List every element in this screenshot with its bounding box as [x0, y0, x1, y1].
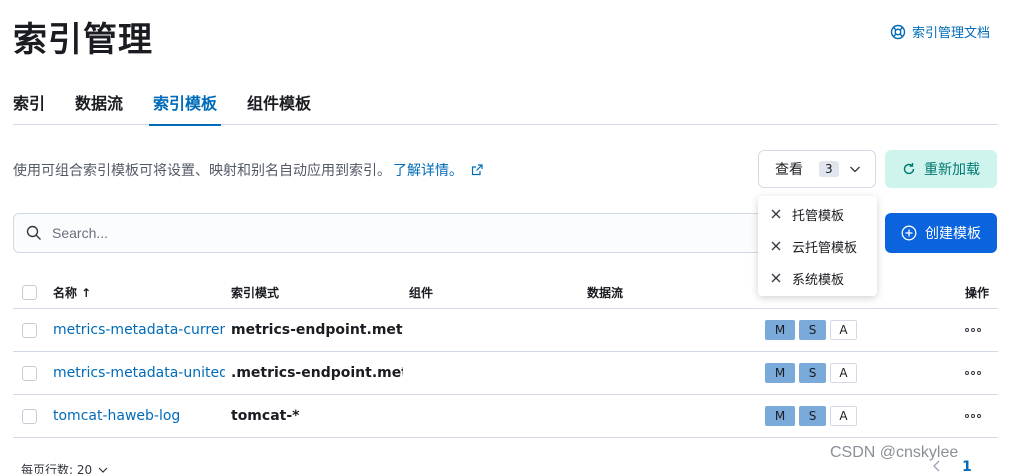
reload-label: 重新加载: [924, 162, 980, 178]
create-template-label: 创建模板: [925, 226, 981, 242]
tab-indices[interactable]: 索引: [13, 82, 45, 125]
filter-option-managed[interactable]: 托管模板: [758, 198, 877, 230]
aliases-badge: A: [830, 406, 857, 426]
aliases-badge: A: [830, 320, 857, 340]
filter-option-system[interactable]: 系统模板: [758, 262, 877, 294]
current-page[interactable]: 1: [960, 459, 974, 474]
reload-button[interactable]: 重新加载: [885, 150, 997, 188]
column-header-name[interactable]: 名称 ↑: [53, 284, 225, 301]
table-row: tomcat-haweb-log tomcat-* M S A: [13, 395, 998, 438]
watermark: CSDN @cnskylee: [830, 444, 959, 461]
external-link-icon: [471, 164, 483, 176]
close-icon: [771, 273, 781, 283]
templates-table: 名称 ↑ 索引模式 组件 数据流 操作 metrics-metadata-cur…: [13, 276, 998, 438]
row-actions-icon[interactable]: [965, 414, 981, 418]
filter-option-cloud-managed[interactable]: 云托管模板: [758, 230, 877, 262]
template-name-link[interactable]: metrics-metadata-united: [53, 365, 225, 381]
type-badges: M S A: [765, 406, 857, 426]
rows-per-page-selector[interactable]: 每页行数: 20: [21, 461, 108, 474]
settings-badge: S: [799, 406, 826, 426]
column-header-pattern: 索引模式: [231, 285, 280, 300]
row-checkbox[interactable]: [22, 408, 37, 424]
close-icon: [771, 241, 781, 251]
template-name-link[interactable]: metrics-metadata-current: [53, 322, 225, 338]
close-icon: [771, 209, 781, 219]
row-checkbox[interactable]: [22, 365, 37, 381]
description-text: 使用可组合索引模板可将设置、映射和别名自动应用到索引。: [13, 163, 391, 179]
filter-option-label: 云托管模板: [792, 240, 858, 256]
learn-more-link[interactable]: 了解详情。: [393, 160, 463, 180]
filter-option-label: 系统模板: [792, 272, 845, 288]
chevron-down-icon: [849, 166, 860, 173]
column-header-actions: 操作: [965, 285, 990, 300]
page-title: 索引管理: [13, 20, 153, 60]
table-row: metrics-metadata-united .metrics-endpoin…: [13, 352, 998, 395]
refresh-icon: [903, 163, 915, 175]
view-filter-count: 3: [819, 161, 839, 177]
tab-component-templates[interactable]: 组件模板: [247, 82, 311, 125]
settings-badge: S: [799, 320, 826, 340]
row-checkbox[interactable]: [22, 322, 37, 338]
index-pattern: metrics-endpoint.metadata_current_defaul…: [231, 322, 403, 338]
index-pattern: .metrics-endpoint.metadata_united_defaul…: [231, 365, 403, 381]
search-bar: [13, 213, 877, 253]
chevron-down-icon: [98, 467, 108, 473]
managed-badge: M: [765, 320, 795, 340]
table-row: metrics-metadata-current metrics-endpoin…: [13, 309, 998, 352]
type-badges: M S A: [765, 320, 857, 340]
tab-bar: 索引 数据流 索引模板 组件模板: [13, 82, 998, 126]
column-header-data-stream: 数据流: [587, 285, 624, 300]
view-filter-button[interactable]: 查看 3: [758, 150, 876, 188]
row-actions-icon[interactable]: [965, 371, 981, 375]
managed-badge: M: [765, 406, 795, 426]
search-icon: [26, 225, 41, 240]
index-pattern: tomcat-*: [231, 408, 300, 424]
type-badges: M S A: [765, 363, 857, 383]
description: 使用可组合索引模板可将设置、映射和别名自动应用到索引。 了解详情。: [13, 160, 483, 180]
lifebuoy-icon: [890, 24, 906, 39]
filter-option-label: 托管模板: [792, 208, 845, 224]
search-input[interactable]: [52, 225, 752, 241]
rows-per-page-label: 每页行数: 20: [21, 463, 93, 474]
column-header-components: 组件: [409, 285, 434, 300]
view-filter-dropdown: 托管模板 云托管模板 系统模板: [758, 196, 877, 296]
tab-data-streams[interactable]: 数据流: [75, 82, 123, 125]
tab-index-templates[interactable]: 索引模板: [149, 82, 222, 126]
row-actions-icon[interactable]: [965, 328, 981, 332]
aliases-badge: A: [830, 363, 857, 383]
select-all-checkbox[interactable]: [22, 284, 37, 300]
create-template-button[interactable]: 创建模板: [885, 213, 997, 253]
settings-badge: S: [799, 363, 826, 383]
docs-link[interactable]: 索引管理文档: [890, 22, 990, 41]
managed-badge: M: [765, 363, 795, 383]
view-filter-label: 查看: [775, 162, 803, 178]
plus-in-circle-icon: [901, 225, 917, 241]
template-name-link[interactable]: tomcat-haweb-log: [53, 408, 225, 424]
docs-link-label: 索引管理文档: [911, 26, 990, 41]
